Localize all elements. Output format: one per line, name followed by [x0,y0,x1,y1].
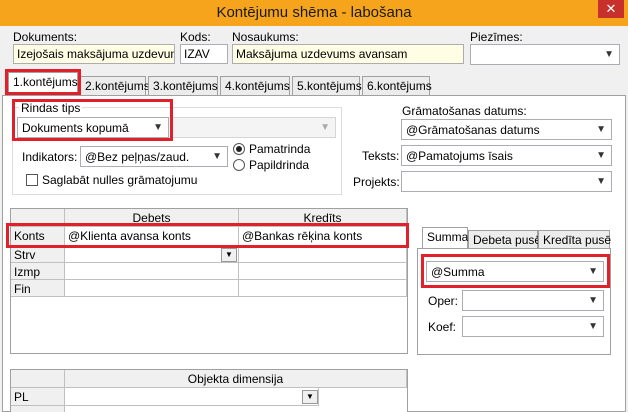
indikators-value: @Bez peļņas/zaud. [85,150,190,164]
strv-debets-cell[interactable] [65,246,239,263]
gramatosanas-value: @Grāmatošanas datums [406,123,540,137]
papildrinda-label: Papildrinda [249,158,310,172]
close-icon[interactable]: ✕ [598,0,624,18]
projekts-combo[interactable]: ▼ [401,171,612,192]
teksts-value: @Pamatojums īsais [406,149,513,163]
dimension-grid: Objekta dimensija PL ▼ [10,369,408,412]
rindas-tips-combo[interactable]: Dokuments kopumā ▼ [17,117,169,138]
tab-2-kontejums[interactable]: 2.kontējums [80,76,150,95]
chevron-down-icon[interactable]: ▼ [221,248,237,262]
tab-5-kontejums[interactable]: 5.kontējums [292,76,362,95]
piezimes-label: Piezīmes: [470,30,523,44]
tab-6-kontejums[interactable]: 6.kontējums [362,76,432,95]
grid-row-label: Strv [11,246,65,263]
koef-combo[interactable]: ▼ [462,316,604,337]
tab-3-kontejums[interactable]: 3.kontējums [148,76,218,95]
dimension-row-label [11,406,65,412]
fin-debets-cell[interactable] [65,280,239,297]
summa-combo[interactable]: @Summa ▼ [426,261,604,282]
grid-row-label: Konts [11,227,65,246]
izmp-kredits-cell[interactable] [239,263,407,280]
konts-grid: Debets Kredīts Konts @Klienta avansa kon… [10,208,408,354]
chevron-down-icon: ▼ [588,295,598,306]
rindas-tips-value: Dokuments kopumā [22,121,129,135]
kods-label: Kods: [180,30,211,44]
dimension-pl-cell[interactable] [65,388,319,406]
tab-1-kontejums[interactable]: 1.kontējums [8,72,78,96]
chevron-down-icon: ▼ [596,124,606,135]
oper-label: Oper: [428,294,459,308]
chevron-down-icon: ▼ [588,321,598,332]
chevron-down-icon: ▼ [153,122,163,133]
gramatosanas-combo[interactable]: @Grāmatošanas datums ▼ [401,119,612,140]
grid-row-label: Izmp [11,263,65,280]
strv-kredits-cell[interactable] [239,246,407,263]
dimension-header: Objekta dimensija [65,370,407,388]
grid-corner [11,209,65,227]
chevron-down-icon: ▼ [320,122,330,133]
saglabat-label: Saglabāt nulles grāmatojumu [42,173,198,187]
fin-kredits-cell[interactable] [239,280,407,297]
nosaukums-label: Nosaukums: [232,30,299,44]
summa-value: @Summa [431,265,485,279]
rindas-tips-label: Rindas tips [19,101,83,115]
teksts-combo[interactable]: @Pamatojums īsais ▼ [401,145,612,166]
grid-row-label: Fin [11,280,65,297]
tab-summa[interactable]: Summa [422,227,468,249]
pamatrinda-radio[interactable] [233,143,245,155]
nosaukums-field[interactable]: Maksājuma uzdevums avansam [232,44,464,64]
dokuments-field[interactable]: Izejošais maksājuma uzdevum [13,44,175,64]
papildrinda-radio[interactable] [233,159,245,171]
tab-4-kontejums[interactable]: 4.kontējums [220,76,290,95]
pamatrinda-label: Pamatrinda [249,142,311,156]
kredits-header: Kredīts [239,209,407,227]
konts-kredits-cell[interactable]: @Bankas rēķina konts [239,227,407,246]
oper-combo[interactable]: ▼ [462,290,604,311]
chevron-down-icon: ▼ [212,151,222,162]
debets-header: Debets [65,209,239,227]
izmp-debets-cell[interactable] [65,263,239,280]
chevron-down-icon: ▼ [588,266,598,277]
projekts-label: Projekts: [353,175,400,189]
koef-label: Koef: [428,320,457,334]
tab-debeta-puse[interactable]: Debeta pusē [468,230,541,249]
chevron-down-icon: ▼ [604,49,614,60]
dimension-row-label: PL [11,388,65,406]
kods-field[interactable]: IZAV [180,44,228,64]
indikators-label: Indikators: [22,150,78,164]
window-titlebar: Kontējumu shēma - labošana ✕ [0,0,628,26]
gramatosanas-label: Grāmatošanas datums: [402,104,527,118]
saglabat-checkbox[interactable] [26,174,38,186]
chevron-down-icon[interactable]: ▼ [302,390,318,404]
indikators-combo[interactable]: @Bez peļņas/zaud. ▼ [80,146,228,167]
dimension-corner [11,370,65,388]
chevron-down-icon: ▼ [596,150,606,161]
teksts-label: Teksts: [362,149,400,163]
chevron-down-icon: ▼ [596,176,606,187]
tab-kredita-puse[interactable]: Kredīta pusē [538,230,611,249]
piezimes-combo[interactable]: ▼ [470,44,620,65]
rindas-tips-sub-combo: ▼ [170,117,336,138]
konts-debets-cell[interactable]: @Klienta avansa konts [65,227,239,246]
dokuments-label: Dokuments: [13,30,78,44]
window-title: Kontējumu shēma - labošana [216,4,412,21]
